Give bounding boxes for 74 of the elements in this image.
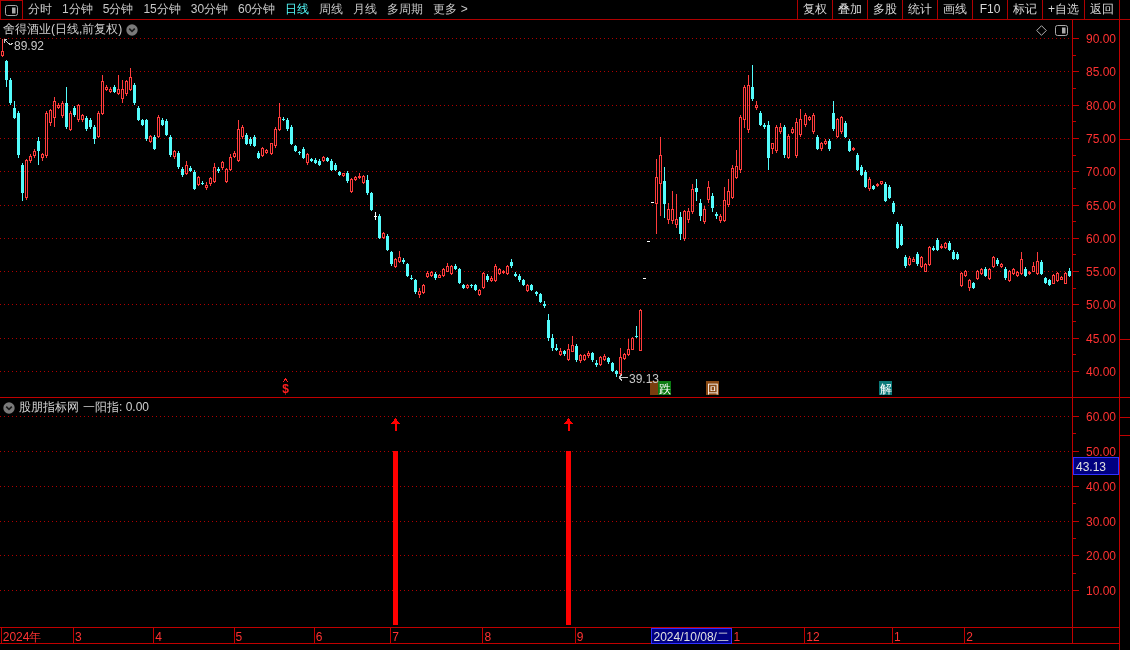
up-arrow-icon (391, 417, 400, 431)
toolbar-button[interactable]: 叠加 (832, 0, 867, 19)
toolbar-button[interactable]: 返回 (1084, 0, 1119, 19)
stock-title: 舍得酒业(日线,前复权) (3, 22, 123, 37)
axis-label: 90.00 (1085, 32, 1116, 46)
panel-icon (5, 4, 18, 16)
high-price-label: 89.92 (14, 38, 45, 53)
period-tab[interactable]: 5分钟 (97, 0, 139, 19)
period-tab[interactable]: 60分钟 (233, 0, 281, 19)
caret-icon (282, 378, 289, 383)
axis-label: 50.00 (1085, 445, 1116, 459)
date-axis-label: 4 (155, 630, 162, 644)
date-axis-label: 2024年 (2, 630, 42, 644)
event-tile[interactable]: 回 (706, 381, 719, 396)
axis-label: 60.00 (1085, 410, 1116, 424)
up-arrow-icon (564, 417, 573, 431)
period-tab[interactable]: 月线 (348, 0, 383, 19)
panel-icon[interactable] (1055, 25, 1068, 36)
period-tab[interactable]: 15分钟 (138, 0, 186, 19)
period-tab[interactable]: 多周期 (382, 0, 429, 19)
toolbar-button[interactable]: 画线 (937, 0, 972, 19)
date-axis-label: 3 (74, 630, 82, 644)
axis-label: 80.00 (1085, 99, 1116, 113)
period-tab[interactable]: 1分钟 (57, 0, 98, 19)
period-tab[interactable]: 更多 > (428, 0, 473, 19)
date-axis-label: 7 (392, 630, 399, 644)
date-axis-label: 12 (806, 630, 820, 644)
cursor-value-label: 43.13 (1073, 457, 1119, 475)
event-tile[interactable]: 解 (879, 381, 892, 396)
axis-label: 40.00 (1085, 480, 1116, 494)
axis-label: 60.00 (1085, 232, 1116, 246)
date-axis-label: 2 (966, 630, 973, 644)
toolbar-button[interactable]: +自选 (1042, 0, 1084, 19)
dollar-sign-marker[interactable]: $ (282, 382, 289, 396)
axis-label: 45.00 (1085, 332, 1116, 346)
date-axis-label: 8 (484, 630, 492, 644)
indicator-name: 股朋指标网 (19, 400, 79, 415)
toolbar-button[interactable]: 标记 (1007, 0, 1042, 19)
toolbar-button[interactable]: 多股 (867, 0, 902, 19)
cursor-date-label: 2024/10/08/二 (651, 628, 732, 644)
period-tab[interactable]: 日线 (280, 0, 315, 19)
date-axis-label: 1 (733, 630, 741, 644)
axis-label: 65.00 (1085, 199, 1116, 213)
axis-label: 40.00 (1085, 365, 1116, 379)
panel-toggle-button[interactable] (0, 0, 23, 19)
date-axis-label: 5 (235, 630, 243, 644)
arrow-icon (618, 374, 629, 381)
dropdown-circle-icon[interactable] (126, 23, 139, 36)
low-price-label: 39.13 (629, 371, 660, 386)
indicator-reading: 一阳指: 0.00 (83, 400, 150, 415)
date-axis-label: 9 (576, 630, 584, 644)
period-tab[interactable]: 30分钟 (185, 0, 234, 19)
date-axis-label: 1 (894, 630, 901, 644)
candlestick (647, 241, 650, 242)
axis-label: 85.00 (1085, 65, 1116, 79)
date-axis-label: 6 (315, 630, 323, 644)
axis-label: 75.00 (1085, 132, 1116, 146)
axis-label: 50.00 (1085, 298, 1116, 312)
toolbar-button[interactable]: F10 (972, 0, 1007, 19)
diamond-icon[interactable] (1036, 25, 1047, 36)
candlestick (643, 278, 646, 279)
axis-label: 70.00 (1085, 165, 1116, 179)
axis-label: 30.00 (1085, 515, 1116, 529)
period-tab[interactable]: 周线 (314, 0, 349, 19)
axis-label: 20.00 (1085, 549, 1116, 563)
event-tile[interactable]: 跌 (658, 381, 671, 396)
period-tab[interactable]: 分时 (23, 0, 57, 19)
tile-icon[interactable] (650, 381, 658, 395)
arrow-icon (3, 39, 14, 45)
axis-label: 10.00 (1085, 584, 1116, 598)
axis-label: 55.00 (1085, 265, 1116, 279)
toolbar-button[interactable]: 复权 (797, 0, 832, 19)
dropdown-circle-icon[interactable] (3, 401, 15, 414)
toolbar-button[interactable]: 统计 (902, 0, 937, 19)
